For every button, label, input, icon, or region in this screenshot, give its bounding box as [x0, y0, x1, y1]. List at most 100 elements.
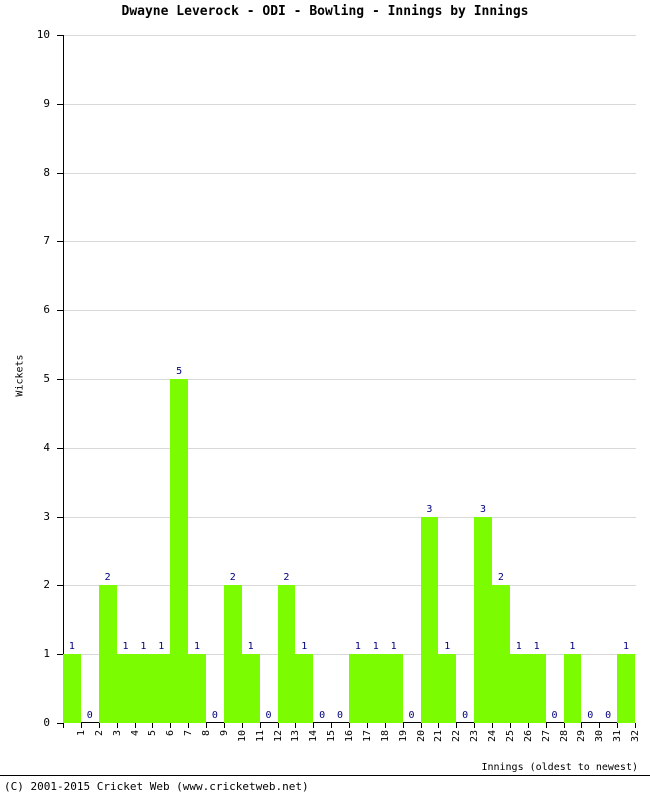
bar[interactable] — [420, 516, 439, 723]
bar-slot[interactable]: 1 — [563, 35, 582, 723]
bar-value-label: 1 — [533, 641, 540, 653]
bar-slot[interactable]: 0 — [403, 35, 421, 723]
bar-slot[interactable]: 1 — [366, 35, 385, 723]
x-tick-label: 11 — [254, 730, 266, 743]
bar[interactable] — [295, 654, 314, 723]
bar-value-label: 0 — [408, 710, 415, 721]
bar-slot[interactable]: 0 — [546, 35, 564, 723]
bar-slot[interactable]: 0 — [599, 35, 617, 723]
x-tick-label: 24 — [487, 730, 499, 743]
bar-slot[interactable]: 2 — [223, 35, 242, 723]
bar-slot[interactable]: 0 — [331, 35, 349, 723]
bar-value-label: 1 — [444, 641, 451, 653]
x-tick-mark — [581, 723, 583, 728]
y-tick-label: 4 — [43, 440, 50, 454]
x-tick-label: 17 — [361, 730, 373, 743]
x-tick-mark — [492, 723, 493, 728]
bar-value-label: 1 — [247, 641, 254, 653]
bar[interactable] — [188, 654, 206, 723]
bar-value-label: 5 — [176, 366, 183, 377]
x-tick-mark — [116, 723, 118, 728]
bar[interactable] — [509, 654, 528, 723]
bar-slot[interactable]: 1 — [241, 35, 260, 723]
bar[interactable] — [349, 654, 367, 723]
bar-slot[interactable]: 0 — [581, 35, 599, 723]
bar-slot[interactable]: 1 — [527, 35, 546, 723]
bar-value-label: 0 — [462, 710, 469, 721]
x-tick-mark — [384, 723, 386, 728]
x-tick-label: 3 — [111, 730, 123, 737]
bar-slot[interactable]: 2 — [277, 35, 296, 723]
bar-slot[interactable]: 1 — [188, 35, 206, 723]
bar-slot[interactable]: 0 — [456, 35, 474, 723]
bar-slot[interactable]: 0 — [81, 35, 99, 723]
bar[interactable] — [474, 516, 492, 723]
bar-slot[interactable]: 1 — [134, 35, 153, 723]
bar[interactable] — [170, 379, 189, 723]
bar-slot[interactable]: 0 — [206, 35, 224, 723]
bar[interactable] — [366, 654, 385, 723]
bar-value-label: 3 — [480, 503, 487, 515]
bar-slot[interactable]: 1 — [509, 35, 528, 723]
bar[interactable] — [152, 654, 171, 723]
x-tick-label: 2 — [93, 730, 105, 737]
bar-value-label: 1 — [122, 641, 129, 653]
bar-slot[interactable]: 2 — [98, 35, 117, 723]
bar-slot[interactable]: 0 — [313, 35, 331, 723]
x-tick-mark — [313, 723, 315, 728]
bar[interactable] — [527, 654, 546, 723]
bar[interactable] — [384, 654, 403, 723]
x-tick-label: 1 — [75, 730, 87, 737]
bar-slot[interactable]: 3 — [420, 35, 439, 723]
bar[interactable] — [134, 654, 153, 723]
bar[interactable] — [63, 654, 81, 723]
bar[interactable] — [563, 654, 582, 723]
x-tick-label: 21 — [433, 730, 445, 743]
bar-slot[interactable]: 0 — [260, 35, 278, 723]
x-tick-mark — [527, 723, 529, 728]
bar-slot[interactable]: 1 — [295, 35, 314, 723]
x-tick-mark — [206, 723, 207, 728]
bar-slot[interactable]: 1 — [384, 35, 403, 723]
bar-slot[interactable]: 1 — [116, 35, 135, 723]
footer-divider — [0, 775, 650, 776]
bar[interactable] — [241, 654, 260, 723]
bar[interactable] — [438, 654, 457, 723]
bar[interactable] — [492, 585, 510, 723]
x-tick-mark — [295, 723, 297, 728]
x-tick-mark — [599, 723, 601, 728]
bar-value-label: 1 — [569, 641, 576, 653]
bar-value-label: 1 — [372, 641, 379, 653]
bar-value-label: 0 — [319, 710, 326, 721]
bar-slot[interactable]: 5 — [170, 35, 189, 723]
footer-copyright: (C) 2001-2015 Cricket Web (www.cricketwe… — [4, 780, 309, 793]
bar[interactable] — [116, 654, 135, 723]
x-tick-label: 20 — [415, 730, 427, 743]
bar-slot[interactable]: 1 — [349, 35, 367, 723]
bar-slot[interactable]: 1 — [617, 35, 635, 723]
x-tick-label: 4 — [129, 730, 141, 737]
bar[interactable] — [277, 585, 296, 723]
bar-slot[interactable]: 1 — [63, 35, 81, 723]
bar[interactable] — [98, 585, 117, 723]
bar-slot[interactable]: 3 — [474, 35, 492, 723]
bar-slot[interactable]: 2 — [492, 35, 510, 723]
x-tick-mark — [563, 723, 565, 728]
x-tick-mark — [474, 723, 476, 728]
x-tick-mark — [259, 723, 261, 728]
x-tick-label: 9 — [218, 730, 230, 737]
bar[interactable] — [617, 654, 635, 723]
bar-value-label: 1 — [68, 641, 75, 653]
x-axis-label: Innings (oldest to newest) — [481, 762, 638, 773]
x-tick-label: 26 — [522, 730, 534, 743]
bar-slot[interactable]: 1 — [152, 35, 171, 723]
x-tick-mark — [509, 723, 511, 728]
bar-slot[interactable]: 1 — [438, 35, 457, 723]
x-tick-label: 31 — [612, 730, 624, 743]
bar-value-label: 0 — [86, 710, 93, 721]
x-tick-label: 27 — [540, 730, 552, 743]
y-tick-label: 6 — [43, 303, 50, 317]
x-tick-label: 7 — [183, 730, 195, 737]
y-tick-label: 0 — [43, 716, 50, 729]
bar[interactable] — [223, 585, 242, 723]
